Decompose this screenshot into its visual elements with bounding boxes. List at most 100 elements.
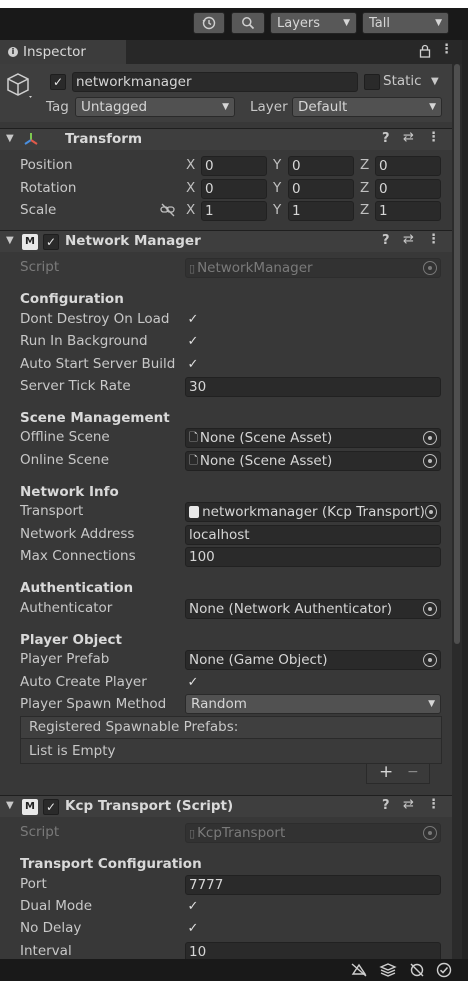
help-icon[interactable]: ? bbox=[382, 131, 390, 146]
add-item-button[interactable]: + bbox=[379, 762, 393, 782]
no-delay-checkbox[interactable]: ✓ bbox=[186, 922, 200, 936]
authenticator-field[interactable]: None (Network Authenticator) bbox=[185, 599, 441, 619]
position-x-input[interactable]: 0 bbox=[201, 156, 267, 176]
position-y-input[interactable]: 0 bbox=[288, 156, 354, 176]
foldout-arrow-icon[interactable]: ▼ bbox=[6, 800, 14, 811]
list-empty-label: List is Empty bbox=[29, 743, 116, 759]
scale-y-input[interactable]: 1 bbox=[288, 201, 354, 221]
player-prefab-field[interactable]: None (Game Object) bbox=[185, 650, 441, 670]
more-menu-icon[interactable]: ⋮ bbox=[427, 797, 440, 812]
dont-destroy-checkbox[interactable]: ✓ bbox=[186, 313, 200, 327]
foldout-arrow-icon[interactable]: ▼ bbox=[6, 133, 14, 144]
layout-dropdown[interactable]: Tall ▼ bbox=[362, 12, 449, 34]
transport-value: networkmanager (Kcp Transport) bbox=[202, 504, 425, 520]
component-enabled-checkbox[interactable]: ✓ bbox=[43, 234, 59, 250]
position-z-input[interactable]: 0 bbox=[375, 156, 441, 176]
scene-asset-icon: 🗋 bbox=[189, 430, 198, 444]
list-header: Registered Spawnable Prefabs: bbox=[21, 717, 441, 739]
active-checkbox[interactable]: ✓ bbox=[50, 74, 66, 90]
link-icon[interactable] bbox=[160, 203, 176, 221]
chevron-down-icon: ▼ bbox=[428, 699, 435, 709]
visibility-off-icon[interactable] bbox=[408, 962, 426, 981]
scale-x-input[interactable]: 1 bbox=[201, 201, 267, 221]
kcp-transport-title: Kcp Transport (Script) bbox=[65, 798, 234, 814]
chevron-down-icon: ▼ bbox=[343, 18, 350, 28]
list-body: List is Empty bbox=[21, 739, 441, 759]
tab-inspector[interactable]: i Inspector bbox=[0, 40, 126, 64]
object-picker-icon[interactable] bbox=[423, 653, 437, 667]
rotation-z-input[interactable]: 0 bbox=[375, 179, 441, 199]
tag-value: Untagged bbox=[81, 99, 148, 115]
auto-start-checkbox[interactable]: ✓ bbox=[186, 358, 200, 372]
offline-scene-label: Offline Scene bbox=[20, 429, 110, 445]
history-button[interactable] bbox=[193, 12, 225, 34]
static-checkbox[interactable] bbox=[364, 74, 380, 90]
more-menu-icon[interactable]: ⋮ bbox=[427, 130, 440, 145]
layers-label: Layers bbox=[277, 15, 321, 31]
search-button[interactable] bbox=[231, 12, 265, 34]
preset-sliders-icon[interactable]: ⇄ bbox=[403, 232, 414, 247]
window-top-edge bbox=[0, 0, 468, 8]
rotation-y-input[interactable]: 0 bbox=[288, 179, 354, 199]
more-menu-icon[interactable]: ⋮ bbox=[440, 42, 453, 57]
static-dropdown-icon[interactable]: ▼ bbox=[431, 76, 439, 87]
object-picker-icon[interactable] bbox=[423, 431, 437, 445]
static-label: Static bbox=[383, 73, 422, 89]
component-enabled-checkbox[interactable]: ✓ bbox=[43, 799, 59, 815]
object-picker-icon[interactable] bbox=[423, 602, 437, 616]
history-icon bbox=[202, 16, 216, 30]
auto-create-label: Auto Create Player bbox=[20, 674, 147, 690]
preset-sliders-icon[interactable]: ⇄ bbox=[403, 797, 414, 812]
network-manager-title: Network Manager bbox=[65, 233, 201, 249]
network-address-input[interactable]: localhost bbox=[185, 525, 441, 545]
rotation-x-input[interactable]: 0 bbox=[201, 179, 267, 199]
transform-header[interactable]: ▼ Transform ? ⇄ ⋮ bbox=[0, 128, 452, 150]
network-manager-header[interactable]: ▼ M ✓ Network Manager ? ⇄ ⋮ bbox=[0, 230, 452, 252]
scene-management-heading: Scene Management bbox=[20, 410, 170, 426]
layer-dropdown[interactable]: Default ▼ bbox=[292, 97, 442, 117]
transport-field[interactable]: networkmanager (Kcp Transport) bbox=[185, 502, 441, 522]
port-input[interactable]: 7777 bbox=[185, 875, 441, 895]
list-footer: + − bbox=[366, 762, 430, 784]
preset-sliders-icon[interactable]: ⇄ bbox=[403, 130, 414, 145]
authenticator-value: None (Network Authenticator) bbox=[189, 601, 393, 617]
run-background-checkbox[interactable]: ✓ bbox=[186, 335, 200, 349]
position-label: Position bbox=[20, 157, 73, 173]
max-connections-input[interactable]: 100 bbox=[185, 547, 441, 567]
auto-create-checkbox[interactable]: ✓ bbox=[186, 676, 200, 690]
script-label: Script bbox=[20, 259, 60, 275]
dual-mode-checkbox[interactable]: ✓ bbox=[186, 900, 200, 914]
script-field: ▯ NetworkManager bbox=[185, 258, 441, 278]
kcp-transport-header[interactable]: ▼ M ✓ Kcp Transport (Script) ? ⇄ ⋮ bbox=[0, 795, 452, 817]
script-value: KcpTransport bbox=[197, 825, 286, 841]
foldout-arrow-icon[interactable]: ▼ bbox=[6, 235, 14, 246]
player-prefab-label: Player Prefab bbox=[20, 651, 110, 667]
layers-dropdown[interactable]: Layers ▼ bbox=[270, 12, 357, 34]
spawn-method-dropdown[interactable]: Random ▼ bbox=[185, 694, 441, 714]
object-picker-icon[interactable] bbox=[424, 505, 437, 519]
run-background-label: Run In Background bbox=[20, 333, 148, 349]
offline-scene-field[interactable]: 🗋 None (Scene Asset) bbox=[185, 428, 441, 448]
registered-prefabs-label: Registered Spawnable Prefabs: bbox=[29, 719, 239, 735]
remove-item-button[interactable]: − bbox=[407, 764, 419, 780]
online-scene-field[interactable]: 🗋 None (Scene Asset) bbox=[185, 451, 441, 471]
scale-z-input[interactable]: 1 bbox=[375, 201, 441, 221]
object-picker-icon[interactable] bbox=[423, 454, 437, 468]
axis-y-label: Y bbox=[273, 157, 282, 173]
search-icon bbox=[242, 17, 255, 30]
help-icon[interactable]: ? bbox=[382, 798, 390, 813]
more-menu-icon[interactable]: ⋮ bbox=[427, 232, 440, 247]
transport-label: Transport bbox=[20, 503, 84, 519]
tag-dropdown[interactable]: Untagged ▼ bbox=[75, 97, 235, 117]
tick-rate-input[interactable]: 30 bbox=[185, 377, 441, 397]
top-toolbar: Layers ▼ Tall ▼ bbox=[0, 8, 468, 40]
lock-icon[interactable] bbox=[419, 44, 431, 62]
check-circle-icon[interactable] bbox=[436, 962, 452, 981]
layers-stack-icon[interactable] bbox=[379, 962, 397, 981]
help-icon[interactable]: ? bbox=[382, 233, 390, 248]
scrollbar-thumb[interactable] bbox=[454, 64, 460, 644]
online-scene-label: Online Scene bbox=[20, 452, 109, 468]
gameobject-name-input[interactable]: networkmanager bbox=[72, 72, 358, 92]
configuration-heading: Configuration bbox=[20, 291, 124, 307]
debug-mute-icon[interactable] bbox=[350, 962, 368, 981]
